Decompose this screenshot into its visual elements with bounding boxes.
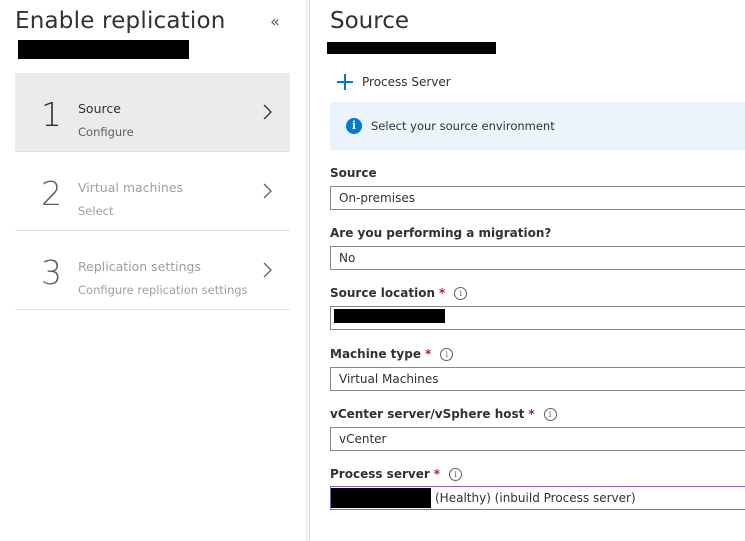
add-process-server-button[interactable]: Process Server bbox=[337, 72, 451, 92]
chevron-right-icon bbox=[263, 262, 272, 278]
step-subtitle: Configure replication settings bbox=[78, 283, 248, 297]
step-source[interactable]: 1 Source Configure bbox=[15, 73, 290, 152]
wizard-steps-panel: Enable replication « 1 Source Configure … bbox=[0, 0, 305, 541]
info-message: Select your source environment bbox=[371, 119, 555, 133]
label-text: Process server bbox=[330, 467, 430, 481]
required-marker: * bbox=[433, 467, 441, 481]
steps-list: 1 Source Configure 2 Virtual machines Se… bbox=[15, 73, 290, 310]
step-title: Virtual machines bbox=[78, 180, 184, 195]
info-tooltip-icon[interactable]: i bbox=[454, 286, 468, 300]
label-text: Source location bbox=[330, 286, 435, 300]
info-message-bar: i Select your source environment bbox=[330, 102, 745, 150]
chevron-right-icon bbox=[263, 104, 272, 120]
step-subtitle: Select bbox=[78, 204, 114, 218]
collapse-icon[interactable]: « bbox=[266, 12, 284, 32]
source-panel: Source Process Server i Select your sour… bbox=[311, 0, 745, 541]
label-text: vCenter server/vSphere host bbox=[330, 407, 525, 421]
step-virtual-machines[interactable]: 2 Virtual machines Select bbox=[15, 152, 290, 231]
redacted-value bbox=[334, 309, 445, 323]
migration-dropdown[interactable]: No bbox=[330, 246, 745, 270]
info-tooltip-icon[interactable]: i bbox=[440, 347, 454, 361]
required-marker: * bbox=[528, 407, 535, 421]
redacted-subtitle bbox=[18, 40, 189, 59]
step-title: Replication settings bbox=[78, 259, 201, 274]
info-tooltip-icon[interactable]: i bbox=[449, 467, 463, 481]
step-title: Source bbox=[78, 101, 121, 116]
step-number: 1 bbox=[41, 95, 62, 134]
redacted-subtitle bbox=[327, 42, 496, 54]
source-location-label: Source location * i bbox=[330, 286, 468, 300]
info-tooltip-icon[interactable]: i bbox=[543, 407, 557, 421]
required-marker: * bbox=[424, 347, 432, 361]
step-subtitle: Configure bbox=[78, 125, 134, 139]
step-number: 2 bbox=[41, 174, 62, 213]
info-icon: i bbox=[346, 118, 362, 134]
source-dropdown[interactable]: On-premises bbox=[330, 186, 745, 210]
label-text: Machine type bbox=[330, 347, 421, 361]
migration-label: Are you performing a migration? bbox=[330, 226, 551, 240]
plus-icon bbox=[337, 74, 353, 90]
machine-type-dropdown[interactable]: Virtual Machines bbox=[330, 367, 745, 391]
vcenter-dropdown[interactable]: vCenter bbox=[330, 427, 745, 451]
process-server-label: Process server * i bbox=[330, 467, 463, 481]
label-text: Are you performing a migration? bbox=[330, 226, 552, 240]
chevron-right-icon bbox=[263, 183, 272, 199]
label-text: Source bbox=[330, 166, 377, 180]
page-title: Source bbox=[330, 8, 409, 34]
required-marker: * bbox=[438, 286, 446, 300]
blade-divider bbox=[309, 0, 310, 541]
source-label: Source bbox=[330, 166, 377, 180]
step-number: 3 bbox=[41, 253, 62, 292]
blade-title: Enable replication bbox=[15, 8, 226, 34]
button-label: Process Server bbox=[362, 75, 451, 89]
machine-type-label: Machine type * i bbox=[330, 347, 454, 361]
step-replication-settings[interactable]: 3 Replication settings Configure replica… bbox=[15, 231, 290, 310]
vcenter-label: vCenter server/vSphere host * i bbox=[330, 407, 557, 421]
redacted-value bbox=[331, 488, 431, 508]
